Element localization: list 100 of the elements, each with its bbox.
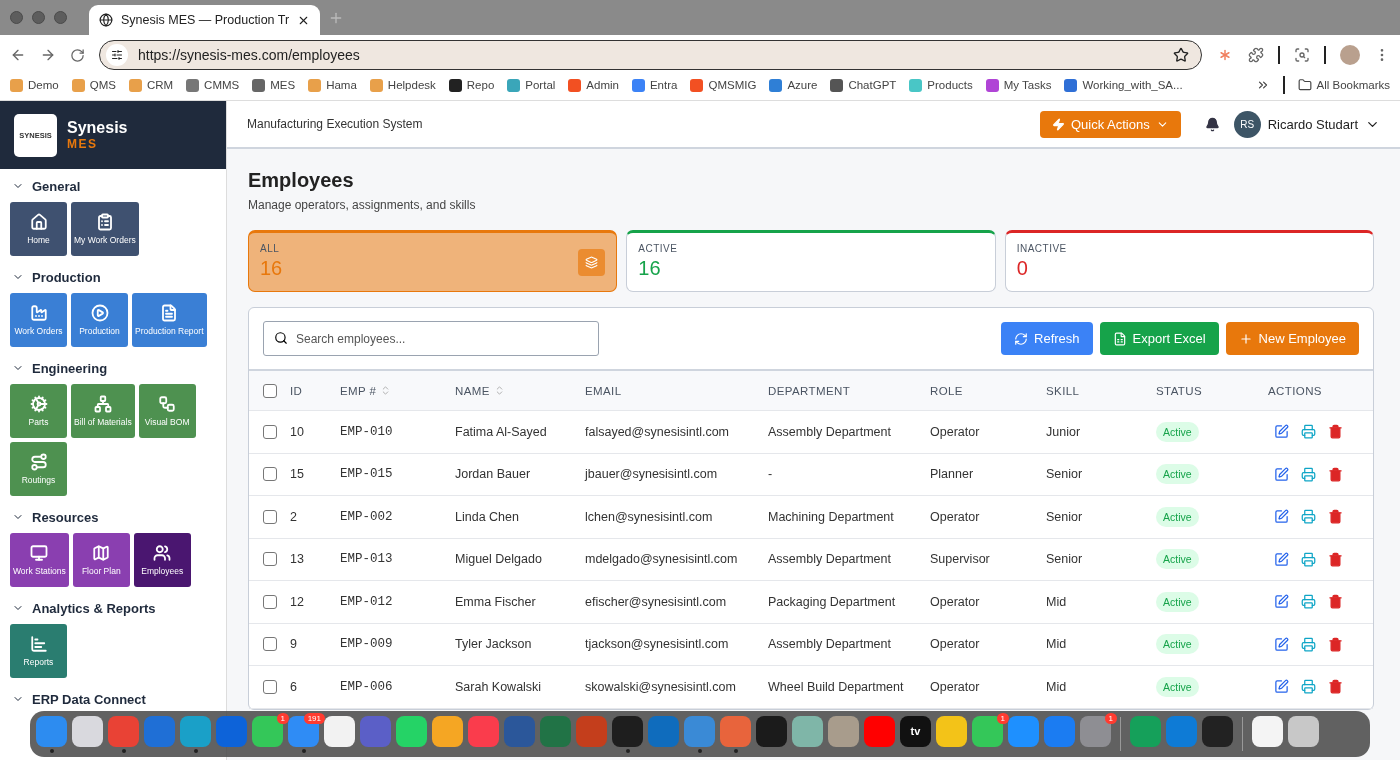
sidebar-tile[interactable]: Parts — [10, 384, 67, 438]
app-icon[interactable] — [432, 715, 463, 747]
delete-icon[interactable] — [1328, 594, 1343, 610]
sidebar-tile[interactable]: My Work Orders — [71, 202, 139, 256]
delete-icon[interactable] — [1328, 424, 1343, 440]
bookmark[interactable]: Products — [909, 78, 973, 92]
refresh-button[interactable]: Refresh — [1001, 322, 1093, 355]
forward-icon[interactable] — [40, 47, 56, 63]
sidebar-section-header[interactable]: ERP Data Connect — [10, 688, 146, 710]
delete-icon[interactable] — [1328, 636, 1343, 652]
sidebar-tile[interactable]: Production — [71, 293, 128, 347]
bookmark[interactable]: CRM — [128, 78, 174, 92]
app-icon[interactable] — [936, 715, 967, 747]
app-icon[interactable] — [324, 715, 355, 747]
print-icon[interactable] — [1301, 594, 1316, 610]
app-icon[interactable] — [756, 715, 787, 747]
sidebar-tile[interactable]: Visual BOM — [138, 384, 196, 438]
bookmark[interactable]: QMSMIG — [690, 78, 757, 92]
window-control[interactable] — [10, 11, 23, 24]
bookmark[interactable]: Repo — [448, 78, 495, 92]
sidebar-section-header[interactable]: Resources — [10, 506, 99, 528]
sidebar-tile[interactable]: Home — [10, 202, 67, 256]
sidebar-section-header[interactable]: Analytics & Reports — [10, 597, 156, 619]
app-icon[interactable]: tv — [900, 715, 931, 747]
sidebar-section-header[interactable]: Production — [10, 266, 101, 288]
stat-card[interactable]: ALL 16 — [248, 230, 618, 292]
all-bookmarks[interactable]: All Bookmarks — [1297, 78, 1390, 92]
print-icon[interactable] — [1301, 466, 1316, 482]
row-checkbox[interactable] — [263, 509, 277, 524]
edit-icon[interactable] — [1274, 679, 1289, 695]
sidebar-tile[interactable]: Routings — [10, 442, 67, 496]
reload-icon[interactable] — [70, 47, 85, 63]
print-icon[interactable] — [1301, 636, 1316, 652]
edit-icon[interactable] — [1274, 509, 1289, 525]
app-icon[interactable] — [792, 715, 823, 747]
app-icon[interactable] — [612, 715, 643, 747]
print-icon[interactable] — [1301, 424, 1316, 440]
app-icon[interactable] — [72, 715, 103, 747]
sidebar-tile[interactable]: Production Report — [132, 293, 207, 347]
profile-avatar[interactable] — [1340, 45, 1360, 65]
print-icon[interactable] — [1301, 679, 1316, 695]
sidebar-tile[interactable]: Work Orders — [10, 293, 67, 347]
row-checkbox[interactable] — [263, 637, 277, 652]
sidebar-tile[interactable]: Reports — [10, 624, 67, 678]
bookmark[interactable]: Entra — [631, 78, 678, 92]
app-icon[interactable] — [288, 715, 319, 747]
star-icon[interactable] — [1173, 47, 1189, 63]
app-icon[interactable] — [1288, 715, 1319, 747]
back-icon[interactable] — [10, 47, 26, 63]
sidebar-section-header[interactable]: Engineering — [10, 357, 108, 379]
sidebar-tile[interactable]: Employees — [133, 533, 191, 587]
bookmark[interactable]: Hama — [308, 78, 357, 92]
app-icon[interactable] — [396, 715, 427, 747]
screen-search-icon[interactable] — [1294, 47, 1310, 63]
bookmark[interactable]: Azure — [769, 78, 818, 92]
edit-icon[interactable] — [1274, 636, 1289, 652]
delete-icon[interactable] — [1328, 509, 1343, 525]
notifications-icon[interactable] — [1204, 116, 1220, 132]
row-checkbox[interactable] — [263, 467, 277, 482]
row-checkbox[interactable] — [263, 424, 277, 439]
sidebar-tile[interactable]: Work Stations — [10, 533, 69, 587]
bookmark[interactable]: Demo — [10, 78, 59, 92]
bookmark[interactable]: MES — [252, 78, 296, 92]
row-checkbox[interactable] — [263, 679, 277, 694]
sidebar-tile[interactable]: Bill of Materials — [71, 384, 135, 438]
search-field[interactable]: Search employees... — [263, 321, 599, 356]
browser-tab[interactable]: Synesis MES — Production Tr — [89, 5, 321, 35]
app-icon[interactable] — [828, 715, 859, 747]
bookmark[interactable]: My Tasks — [985, 78, 1052, 92]
sidebar-tile[interactable]: Floor Plan — [72, 533, 130, 587]
app-icon[interactable] — [252, 715, 283, 747]
select-all-checkbox[interactable] — [263, 383, 277, 398]
edit-icon[interactable] — [1274, 466, 1289, 482]
edit-icon[interactable] — [1274, 594, 1289, 610]
edit-icon[interactable] — [1274, 551, 1289, 567]
bookmark[interactable]: ChatGPT — [830, 78, 897, 92]
column-header[interactable]: EMP # — [340, 384, 377, 397]
bookmark[interactable]: Working_with_SA... — [1064, 78, 1183, 92]
extensions-icon[interactable] — [1248, 47, 1264, 63]
print-icon[interactable] — [1301, 509, 1316, 525]
bookmark[interactable]: Admin — [568, 78, 619, 92]
bookmark[interactable]: Portal — [507, 78, 556, 92]
row-checkbox[interactable] — [263, 552, 277, 567]
stat-card[interactable]: ACTIVE 16 — [626, 230, 996, 292]
print-icon[interactable] — [1301, 551, 1316, 567]
sidebar-section-header[interactable]: General — [10, 175, 81, 197]
site-settings-icon[interactable] — [111, 49, 123, 61]
user-menu[interactable]: RS Ricardo Studart — [1233, 110, 1380, 138]
column-header[interactable]: NAME — [455, 384, 490, 397]
window-control[interactable] — [54, 11, 67, 24]
app-icon[interactable] — [972, 715, 1003, 747]
bookmark[interactable]: Helpdesk — [369, 78, 436, 92]
bookmark[interactable]: CMMS — [186, 78, 240, 92]
window-control[interactable] — [32, 11, 45, 24]
stat-card[interactable]: INACTIVE 0 — [1004, 230, 1374, 292]
address-bar[interactable]: https://synesis-mes.com/employees — [99, 40, 1202, 70]
bookmark[interactable]: QMS — [71, 78, 116, 92]
delete-icon[interactable] — [1328, 466, 1343, 482]
row-checkbox[interactable] — [263, 594, 277, 609]
edit-icon[interactable] — [1274, 424, 1289, 440]
